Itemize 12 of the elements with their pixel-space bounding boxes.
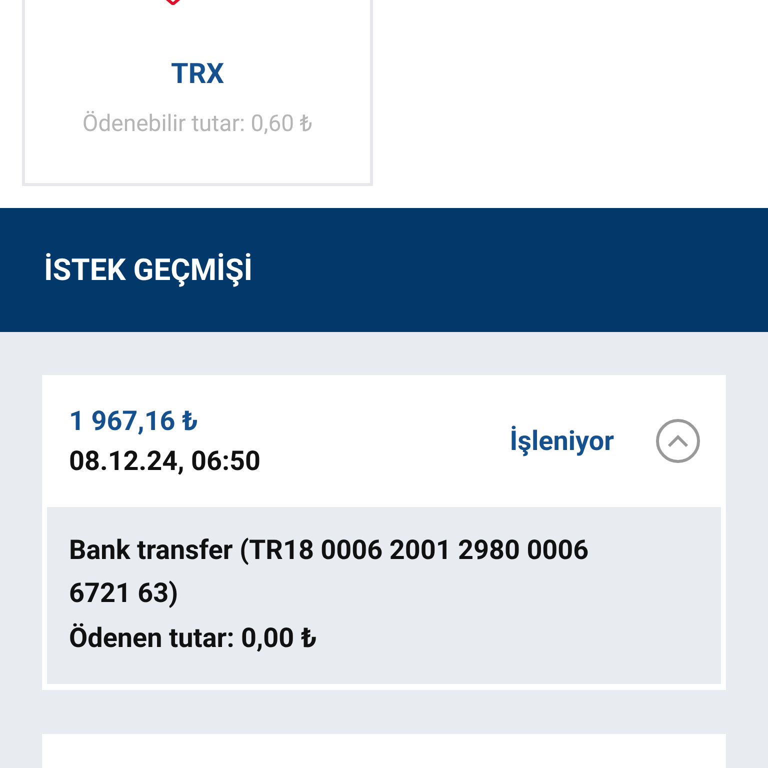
paid-amount: Ödenen tutar: 0,00 ₺ [69, 621, 318, 656]
request-amount: 1 967,16 ₺ [69, 404, 200, 438]
logo-icon [165, 0, 181, 5]
transfer-method: Bank transfer (TR18 0006 2001 2980 0006 6721 63) [69, 533, 590, 611]
chevron-icon [667, 434, 689, 448]
payment-method-card[interactable]: TRX Ödenebilir tutar: 0,60 ₺ [22, 0, 373, 186]
expand-toggle[interactable] [656, 419, 700, 463]
request-status: İşleniyor [510, 424, 614, 459]
history-title: İSTEK GEÇMİŞİ [44, 252, 252, 290]
request-date: 08.12.24, 06:50 [69, 444, 262, 479]
payable-amount: Ödenebilir tutar: 0,60 ₺ [82, 109, 313, 139]
method-name: TRX [170, 56, 224, 92]
